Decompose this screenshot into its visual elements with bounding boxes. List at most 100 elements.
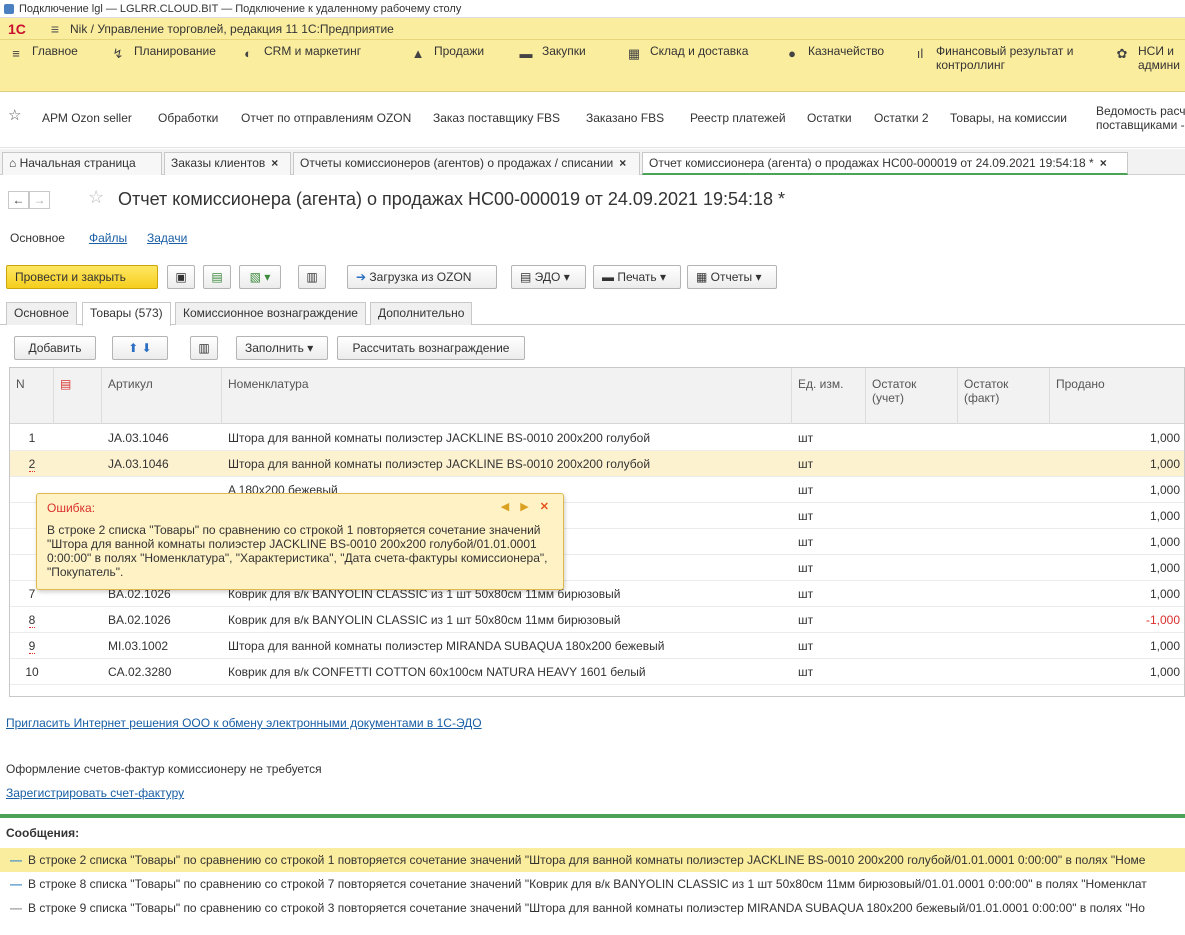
cell-unit: шт: [792, 503, 866, 529]
post-icon[interactable]: ▤: [203, 265, 231, 289]
calc-reward-button[interactable]: Рассчитать вознаграждение: [337, 336, 525, 360]
cell-sold: 1,000: [1050, 581, 1184, 607]
cell-text: MI.03.1002: [108, 639, 169, 653]
cell-text: Коврик для в/к CONFETTI COTTON 60х100см …: [228, 665, 646, 679]
hamburger-icon[interactable]: ≡: [40, 21, 70, 37]
error-line: 0:00:00" в полях "Номенклатура", "Характ…: [47, 551, 548, 565]
section-label: Финансовый результат и: [936, 44, 1074, 58]
tab-commission[interactable]: Комиссионное вознаграждение: [175, 302, 366, 325]
section-crm[interactable]: ◐ CRM и маркетинг: [240, 44, 361, 62]
col-rest-fact[interactable]: Остаток (факт): [958, 368, 1050, 424]
section-warehouse[interactable]: ▦ Склад и доставка: [626, 44, 749, 62]
add-button[interactable]: Добавить: [14, 336, 96, 360]
tab-reports-list[interactable]: Отчеты комиссионеров (агентов) о продажа…: [293, 152, 640, 175]
fav-link[interactable]: Ведомость расч поставщиками -: [1096, 104, 1185, 132]
load-ozon-button[interactable]: ➔ Загрузка из OZON: [347, 265, 497, 289]
edo-button[interactable]: ▤ ЭДО ▾: [511, 265, 586, 289]
nav-files[interactable]: Файлы: [89, 231, 127, 245]
close-icon[interactable]: ×: [619, 156, 626, 170]
fav-link[interactable]: Заказ поставщику FBS: [433, 111, 560, 125]
col-rest-account[interactable]: Остаток (учет): [866, 368, 958, 424]
cell-text: Штора для ванной комнаты полиэстер JACKL…: [228, 457, 651, 471]
messages-divider: [0, 814, 1185, 818]
table-row[interactable]: 10 CA.02.3280 Коврик для в/к CONFETTI COTT…: [10, 659, 1184, 685]
journal-icon[interactable]: ▥: [298, 265, 326, 289]
favorite-star-icon[interactable]: ☆: [88, 187, 104, 208]
message-item[interactable]: — В строке 2 списка "Товары" по сравнению…: [0, 848, 1185, 872]
rdp-titlebar: Подключение lgl — LGLRR.CLOUD.BIT — Подк…: [0, 0, 1185, 18]
fav-link[interactable]: Остатки 2: [874, 111, 929, 125]
col-unit[interactable]: Ед. изм.: [792, 368, 866, 424]
cell-text: 2: [28, 457, 36, 472]
error-line: "Штора для ванной комнаты полиэстер JACK…: [47, 537, 537, 551]
section-finance[interactable]: ıl Финансовый результат и контроллинг: [912, 44, 1074, 72]
cell-text: 1: [28, 431, 36, 445]
button-label: Печать: [617, 270, 657, 284]
tab-additional[interactable]: Дополнительно: [370, 302, 473, 325]
star-icon[interactable]: ☆: [8, 108, 21, 123]
reports-button[interactable]: ▦ Отчеты ▾: [687, 265, 777, 289]
tab-home[interactable]: ⌂ Начальная страница: [2, 152, 162, 175]
post-and-close-button[interactable]: Провести и закрыть: [6, 265, 158, 289]
flag-icon[interactable]: ▤: [54, 368, 102, 424]
section-nsi[interactable]: ✿ НСИ и админи: [1114, 44, 1180, 72]
fav-link[interactable]: Обработки: [158, 111, 218, 125]
section-label: Продажи: [434, 44, 485, 58]
cell-text: JA.03.1046: [108, 457, 169, 471]
cart-icon: ▬: [519, 46, 533, 61]
register-invoice-link[interactable]: Зарегистрировать счет-фактуру: [6, 786, 184, 800]
nav-tasks[interactable]: Задачи: [147, 231, 187, 245]
message-item[interactable]: — В строке 9 списка "Товары" по сравнению…: [0, 896, 1185, 920]
section-sales[interactable]: ▲ Продажи: [410, 44, 485, 62]
section-planning[interactable]: ↯ Планирование: [110, 44, 216, 62]
table-row[interactable]: 9 MI.03.1002 Штора для ванной комнаты поли…: [10, 633, 1184, 659]
cell-text: шт: [798, 509, 814, 523]
tab-orders[interactable]: Заказы клиентов ×: [164, 152, 291, 175]
tab-goods[interactable]: Товары (573): [82, 302, 171, 326]
message-item[interactable]: — В строке 8 списка "Товары" по сравнению…: [0, 872, 1185, 896]
barcode-icon[interactable]: ▥: [190, 336, 218, 360]
save-icon[interactable]: ▣: [167, 265, 195, 289]
nav-main[interactable]: Основное: [10, 231, 65, 245]
rdp-title: Подключение lgl — LGLRR.CLOUD.BIT — Подк…: [19, 2, 462, 15]
cell-text: 1,000: [1149, 535, 1180, 549]
tab-label: Заказы клиентов: [171, 156, 266, 170]
table-row[interactable]: 8 BA.02.1026 Коврик для в/к BANYOLIN CLASS…: [10, 607, 1184, 633]
fav-link[interactable]: АРМ Ozon seller: [42, 111, 132, 125]
printer-icon: ▬: [602, 270, 618, 284]
create-based-icon[interactable]: ▧ ▾: [239, 265, 281, 289]
col-n[interactable]: N: [10, 368, 54, 424]
col-sold[interactable]: Продано: [1050, 368, 1184, 424]
section-main[interactable]: ≡ Главное: [8, 44, 78, 62]
tab-main[interactable]: Основное: [6, 302, 77, 325]
close-icon[interactable]: ×: [1100, 156, 1107, 170]
cell-unit: шт: [792, 529, 866, 555]
fill-button[interactable]: Заполнить ▾: [236, 336, 328, 360]
cell-text: 1,000: [1149, 431, 1180, 445]
tab-current-doc[interactable]: Отчет комиссионера (агента) о продажах Н…: [642, 152, 1128, 175]
close-icon[interactable]: ×: [271, 156, 278, 170]
print-button[interactable]: ▬ Печать ▾: [593, 265, 681, 289]
col-nomenclature[interactable]: Номенклатура: [222, 368, 792, 424]
cell-text: 1,000: [1149, 561, 1180, 575]
fav-link[interactable]: Реестр платежей: [690, 111, 786, 125]
error-title: Ошибка:: [47, 501, 96, 515]
fav-link[interactable]: Отчет по отправлениям OZON: [241, 111, 411, 125]
forward-icon[interactable]: →: [29, 191, 50, 209]
section-label: Главное: [32, 44, 78, 58]
cell-unit: шт: [792, 633, 866, 659]
table-row[interactable]: 1 JA.03.1046 Штора для ванной комнаты поли…: [10, 425, 1184, 451]
fav-link[interactable]: Остатки: [807, 111, 852, 125]
fav-link[interactable]: Заказано FBS: [586, 111, 664, 125]
invite-edo-link[interactable]: Пригласить Интернет решения ООО к обмену…: [6, 716, 482, 730]
table-row[interactable]: 2 JA.03.1046 Штора для ванной комнаты поли…: [10, 451, 1184, 477]
section-treasury[interactable]: ● Казначейство: [784, 44, 884, 62]
cell-n: 1: [10, 425, 54, 451]
cell-unit: шт: [792, 555, 866, 581]
error-nav-controls[interactable]: ◀ ▶ ✕: [501, 500, 553, 514]
back-icon[interactable]: ←: [8, 191, 29, 209]
section-purchases[interactable]: ▬ Закупки: [518, 44, 586, 62]
move-up-down-icon[interactable]: ⬆ ⬇: [112, 336, 168, 360]
fav-link[interactable]: Товары, на комиссии: [950, 111, 1067, 125]
col-article[interactable]: Артикул: [102, 368, 222, 424]
